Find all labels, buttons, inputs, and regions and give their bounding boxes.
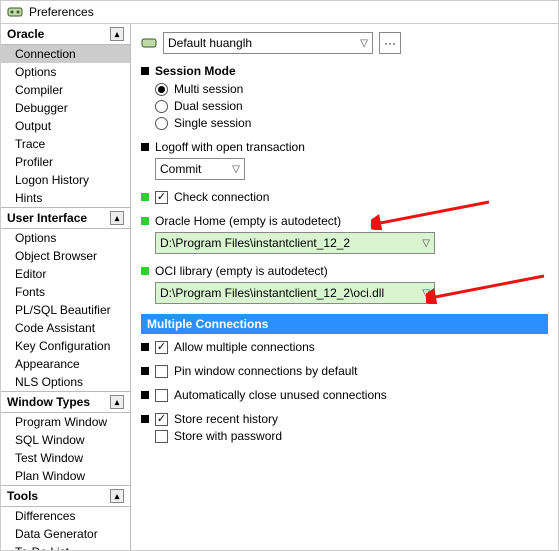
autoclose-checkbox[interactable] xyxy=(155,389,168,402)
multiple-connections-header: Multiple Connections xyxy=(141,314,548,334)
window-title: Preferences xyxy=(29,5,94,19)
sidebar-item-plan-window[interactable]: Plan Window xyxy=(1,467,130,485)
sidebar-item-output[interactable]: Output xyxy=(1,117,130,135)
chevron-down-icon: ▽ xyxy=(360,38,368,49)
sidebar-item-data-generator[interactable]: Data Generator xyxy=(1,525,130,543)
marker-icon xyxy=(141,267,149,275)
store-recent-checkbox[interactable] xyxy=(155,413,168,426)
category-title: Oracle xyxy=(7,27,44,41)
store-password-label: Store with password xyxy=(174,429,282,443)
sidebar-item-options[interactable]: Options xyxy=(1,229,130,247)
sidebar-item-key-configuration[interactable]: Key Configuration xyxy=(1,337,130,355)
logoff-select[interactable]: Commit ▽ xyxy=(155,158,245,180)
marker-icon xyxy=(141,67,149,75)
sidebar-item-appearance[interactable]: Appearance xyxy=(1,355,130,373)
session-mode-radio[interactable] xyxy=(155,117,168,130)
category-title: Window Types xyxy=(7,395,90,409)
oci-library-label: OCI library (empty is autodetect) xyxy=(155,264,548,278)
session-mode-option-label: Dual session xyxy=(174,99,243,113)
category-window-types[interactable]: Window Types ▴ xyxy=(1,391,130,413)
sidebar-item-differences[interactable]: Differences xyxy=(1,507,130,525)
category-title: Tools xyxy=(7,489,38,503)
marker-icon xyxy=(141,217,149,225)
sidebar-item-compiler[interactable]: Compiler xyxy=(1,81,130,99)
titlebar: Preferences xyxy=(1,1,558,24)
sidebar-item-options[interactable]: Options xyxy=(1,63,130,81)
profile-select[interactable]: Default huanglh ▽ xyxy=(163,32,373,54)
sidebar-item-code-assistant[interactable]: Code Assistant xyxy=(1,319,130,337)
sidebar-item-editor[interactable]: Editor xyxy=(1,265,130,283)
session-mode-label: Session Mode xyxy=(155,64,548,78)
collapse-icon[interactable]: ▴ xyxy=(110,27,124,41)
arrow-annotation xyxy=(426,274,546,304)
app-icon xyxy=(7,4,23,20)
sidebar-item-logon-history[interactable]: Logon History xyxy=(1,171,130,189)
marker-icon xyxy=(141,367,149,375)
profile-value: Default huanglh xyxy=(168,36,252,50)
sidebar: Oracle▴ConnectionOptionsCompilerDebugger… xyxy=(1,24,131,550)
collapse-icon[interactable]: ▴ xyxy=(110,211,124,225)
store-recent-label: Store recent history xyxy=(174,412,278,426)
sidebar-item-sql-window[interactable]: SQL Window xyxy=(1,431,130,449)
marker-icon xyxy=(141,343,149,351)
profile-icon xyxy=(141,35,157,51)
chevron-down-icon: ▽ xyxy=(422,238,430,249)
sidebar-item-object-browser[interactable]: Object Browser xyxy=(1,247,130,265)
oracle-home-label: Oracle Home (empty is autodetect) xyxy=(155,214,548,228)
category-oracle[interactable]: Oracle ▴ xyxy=(1,24,130,45)
sidebar-item-to-do-list[interactable]: To-Do List xyxy=(1,543,130,550)
check-connection-label: Check connection xyxy=(174,190,269,204)
sidebar-item-test-window[interactable]: Test Window xyxy=(1,449,130,467)
oracle-home-select[interactable]: D:\Program Files\instantclient_12_2 ▽ xyxy=(155,232,435,254)
session-mode-radio[interactable] xyxy=(155,100,168,113)
check-connection-checkbox[interactable] xyxy=(155,191,168,204)
pin-window-checkbox[interactable] xyxy=(155,365,168,378)
collapse-icon[interactable]: ▴ xyxy=(110,489,124,503)
pin-window-label: Pin window connections by default xyxy=(174,364,357,378)
marker-icon xyxy=(141,391,149,399)
category-user-interface[interactable]: User Interface ▴ xyxy=(1,207,130,229)
sidebar-item-trace[interactable]: Trace xyxy=(1,135,130,153)
sidebar-item-debugger[interactable]: Debugger xyxy=(1,99,130,117)
session-mode-option-label: Multi session xyxy=(174,82,243,96)
sidebar-item-profiler[interactable]: Profiler xyxy=(1,153,130,171)
category-title: User Interface xyxy=(7,211,87,225)
profile-more-button[interactable]: ··· xyxy=(379,32,401,54)
oci-library-value: D:\Program Files\instantclient_12_2\oci.… xyxy=(160,286,384,300)
logoff-label: Logoff with open transaction xyxy=(155,140,548,154)
category-tools[interactable]: Tools ▴ xyxy=(1,485,130,507)
allow-multiple-label: Allow multiple connections xyxy=(174,340,315,354)
session-mode-radio[interactable] xyxy=(155,83,168,96)
allow-multiple-checkbox[interactable] xyxy=(155,341,168,354)
session-mode-option-label: Single session xyxy=(174,116,251,130)
autoclose-label: Automatically close unused connections xyxy=(174,388,387,402)
chevron-down-icon: ▽ xyxy=(232,164,240,175)
marker-icon xyxy=(141,143,149,151)
chevron-down-icon: ▽ xyxy=(422,288,430,299)
marker-icon xyxy=(141,415,149,423)
sidebar-item-fonts[interactable]: Fonts xyxy=(1,283,130,301)
sidebar-item-program-window[interactable]: Program Window xyxy=(1,413,130,431)
sidebar-item-connection[interactable]: Connection xyxy=(1,45,130,63)
store-password-checkbox[interactable] xyxy=(155,430,168,443)
sidebar-item-pl/sql-beautifier[interactable]: PL/SQL Beautifier xyxy=(1,301,130,319)
logoff-value: Commit xyxy=(160,162,201,176)
marker-icon xyxy=(141,193,149,201)
oci-library-select[interactable]: D:\Program Files\instantclient_12_2\oci.… xyxy=(155,282,435,304)
oracle-home-value: D:\Program Files\instantclient_12_2 xyxy=(160,236,350,250)
collapse-icon[interactable]: ▴ xyxy=(110,395,124,409)
sidebar-item-hints[interactable]: Hints xyxy=(1,189,130,207)
content-pane: Default huanglh ▽ ··· Session Mode Multi… xyxy=(131,24,558,550)
sidebar-item-nls-options[interactable]: NLS Options xyxy=(1,373,130,391)
